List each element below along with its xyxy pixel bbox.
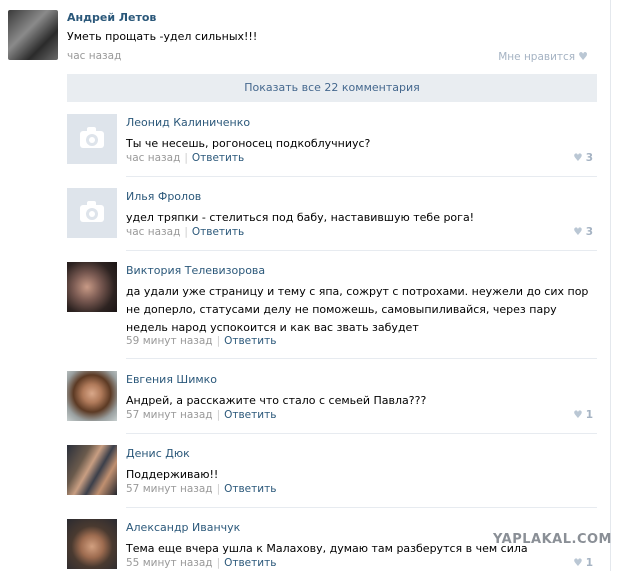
meta-separator: | (216, 409, 221, 421)
comment-like-button[interactable]: ♥ 1 (573, 557, 593, 569)
watermark: YAPLAKAL.COM (493, 532, 612, 547)
commenter-avatar[interactable] (67, 519, 117, 569)
camera-icon[interactable] (67, 114, 117, 164)
comment-divider (126, 358, 597, 359)
heart-icon: ♥ (573, 226, 583, 238)
reply-link[interactable]: Ответить (192, 152, 244, 164)
meta-separator: | (184, 226, 188, 238)
like-count: 3 (585, 152, 593, 164)
comment-timestamp[interactable]: 55 минут назад (126, 557, 213, 569)
comment-meta: час назад | Ответить (126, 152, 244, 164)
comment-divider (126, 176, 597, 177)
comment-like-button[interactable]: ♥ 1 (573, 409, 593, 421)
heart-icon: ♥ (573, 409, 583, 421)
reply-link[interactable]: Ответить (224, 335, 276, 347)
comment-meta: час назад | Ответить (126, 226, 244, 238)
comment: Илья Фролов удел тряпки - стелиться под … (67, 188, 597, 262)
comment-meta: 55 минут назад | Ответить (126, 557, 276, 569)
comment-text: Андрей, а расскажите что стало с семьей … (126, 394, 427, 407)
comment-author-link[interactable]: Александр Иванчук (126, 521, 240, 534)
like-count: 1 (585, 557, 593, 569)
post-like-button[interactable]: Мне нравится ♥ (498, 50, 588, 63)
content-right-border (610, 0, 611, 571)
comment-divider (126, 250, 597, 251)
comment-like-button[interactable]: ♥ 3 (573, 152, 593, 164)
comment: Евгения Шимко Андрей, а расскажите что с… (67, 371, 597, 445)
meta-separator: | (216, 335, 221, 347)
meta-separator: | (184, 152, 188, 164)
like-count: 1 (585, 409, 593, 421)
heart-icon: ♥ (573, 152, 583, 164)
comment-author-link[interactable]: Евгения Шимко (126, 373, 217, 386)
commenter-avatar[interactable] (67, 445, 117, 495)
comment-timestamp[interactable]: 57 минут назад (126, 409, 213, 421)
comment-text: да удали уже страницу и тему с япа, сожр… (126, 285, 589, 334)
comment: Виктория Телевизорова да удали уже стран… (67, 262, 597, 370)
comment-author-link[interactable]: Леонид Калиниченко (126, 116, 250, 129)
comment: Денис Дюк Поддерживаю!! 57 минут назад | О… (67, 445, 597, 519)
post: Андрей Летов Уметь прощать -удел сильных… (8, 8, 604, 68)
post-timestamp[interactable]: час назад (67, 50, 121, 62)
reply-link[interactable]: Ответить (224, 483, 276, 495)
author-avatar[interactable] (8, 10, 58, 60)
reply-link[interactable]: Ответить (224, 557, 276, 569)
comment-author-link[interactable]: Денис Дюк (126, 447, 190, 460)
comment-divider (126, 433, 597, 434)
comment-timestamp[interactable]: час назад (126, 152, 180, 164)
heart-icon: ♥ (578, 50, 588, 63)
meta-separator: | (216, 483, 221, 495)
comment-author-link[interactable]: Илья Фролов (126, 190, 201, 203)
commenter-avatar[interactable] (67, 371, 117, 421)
comment-text: Поддерживаю!! (126, 468, 219, 481)
comment-meta: 59 минут назад | Ответить (126, 335, 276, 347)
comment: Леонид Калиниченко Ты че несешь, рогонос… (67, 114, 597, 188)
reply-link[interactable]: Ответить (224, 409, 276, 421)
post-author-link[interactable]: Андрей Летов (67, 11, 156, 24)
comment-text: удел тряпки - стелиться под бабу, настав… (126, 211, 475, 224)
like-count: 3 (585, 226, 593, 238)
comment-timestamp[interactable]: 57 минут назад (126, 483, 213, 495)
show-all-comments-button[interactable]: Показать все 22 комментария (67, 74, 597, 102)
comment-author-link[interactable]: Виктория Телевизорова (126, 264, 265, 277)
comment-text: Ты че несешь, рогоносец подкоблучниус? (126, 137, 371, 150)
comment-like-button[interactable]: ♥ 3 (573, 226, 593, 238)
camera-icon[interactable] (67, 188, 117, 238)
comment-timestamp[interactable]: час назад (126, 226, 180, 238)
post-text: Уметь прощать -удел сильных!!! (67, 30, 258, 43)
heart-icon: ♥ (573, 557, 583, 569)
reply-link[interactable]: Ответить (192, 226, 244, 238)
comment-divider (126, 507, 597, 508)
like-label: Мне нравится (498, 51, 576, 63)
comment-meta: 57 минут назад | Ответить (126, 483, 276, 495)
comment-timestamp[interactable]: 59 минут назад (126, 335, 213, 347)
commenter-avatar[interactable] (67, 262, 117, 312)
meta-separator: | (216, 557, 221, 569)
comment-meta: 57 минут назад | Ответить (126, 409, 276, 421)
